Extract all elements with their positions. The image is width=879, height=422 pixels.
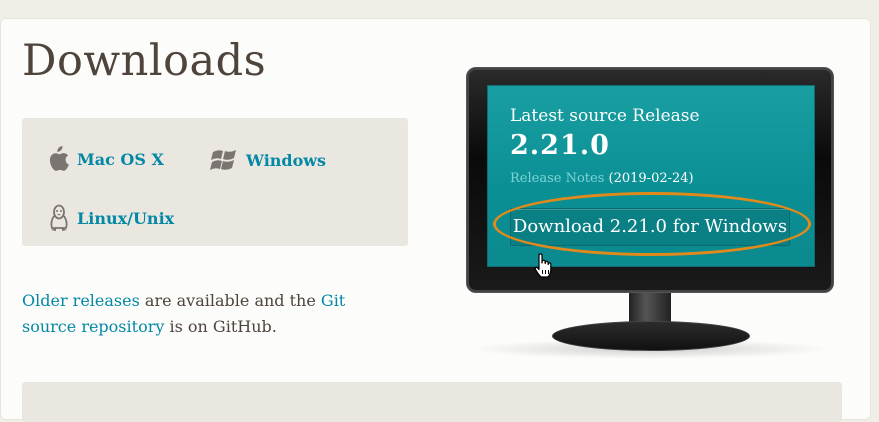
release-date: (2019-02-24) bbox=[608, 171, 694, 186]
monitor-graphic: Latest source Release 2.21.0 Release Not… bbox=[466, 67, 834, 363]
mac-os-link[interactable]: Mac OS X bbox=[47, 146, 164, 172]
windows-link[interactable]: Windows bbox=[210, 148, 326, 172]
release-notes-line: Release Notes (2019-02-24) bbox=[510, 171, 694, 186]
windows-label: Windows bbox=[246, 150, 327, 170]
monitor-bezel: Latest source Release 2.21.0 Release Not… bbox=[466, 67, 834, 293]
latest-release-label: Latest source Release bbox=[510, 106, 700, 126]
older-text-1: are available and the bbox=[139, 291, 321, 310]
monitor-base bbox=[552, 321, 750, 351]
windows-icon bbox=[210, 148, 238, 172]
os-links-box: Mac OS X Windows Linux/Unix bbox=[22, 118, 408, 246]
monitor-neck bbox=[629, 291, 671, 325]
hand-cursor-icon bbox=[533, 253, 553, 283]
linux-link[interactable]: Linux/Unix bbox=[49, 204, 174, 232]
page-title: Downloads bbox=[22, 36, 267, 86]
lower-section-box bbox=[22, 382, 842, 422]
monitor-screen: Latest source Release 2.21.0 Release Not… bbox=[487, 85, 815, 267]
download-button[interactable]: Download 2.21.0 for Windows bbox=[510, 208, 790, 246]
older-text-2: is on GitHub. bbox=[164, 317, 277, 336]
older-releases-link[interactable]: Older releases bbox=[22, 291, 140, 310]
linux-label: Linux/Unix bbox=[77, 208, 175, 228]
mac-os-label: Mac OS X bbox=[77, 149, 164, 169]
release-version: 2.21.0 bbox=[510, 130, 610, 161]
older-releases-text: Older releases are available and the Git… bbox=[22, 288, 402, 340]
linux-penguin-icon bbox=[49, 204, 69, 232]
apple-icon bbox=[47, 146, 69, 172]
release-notes-link[interactable]: Release Notes bbox=[510, 171, 604, 186]
